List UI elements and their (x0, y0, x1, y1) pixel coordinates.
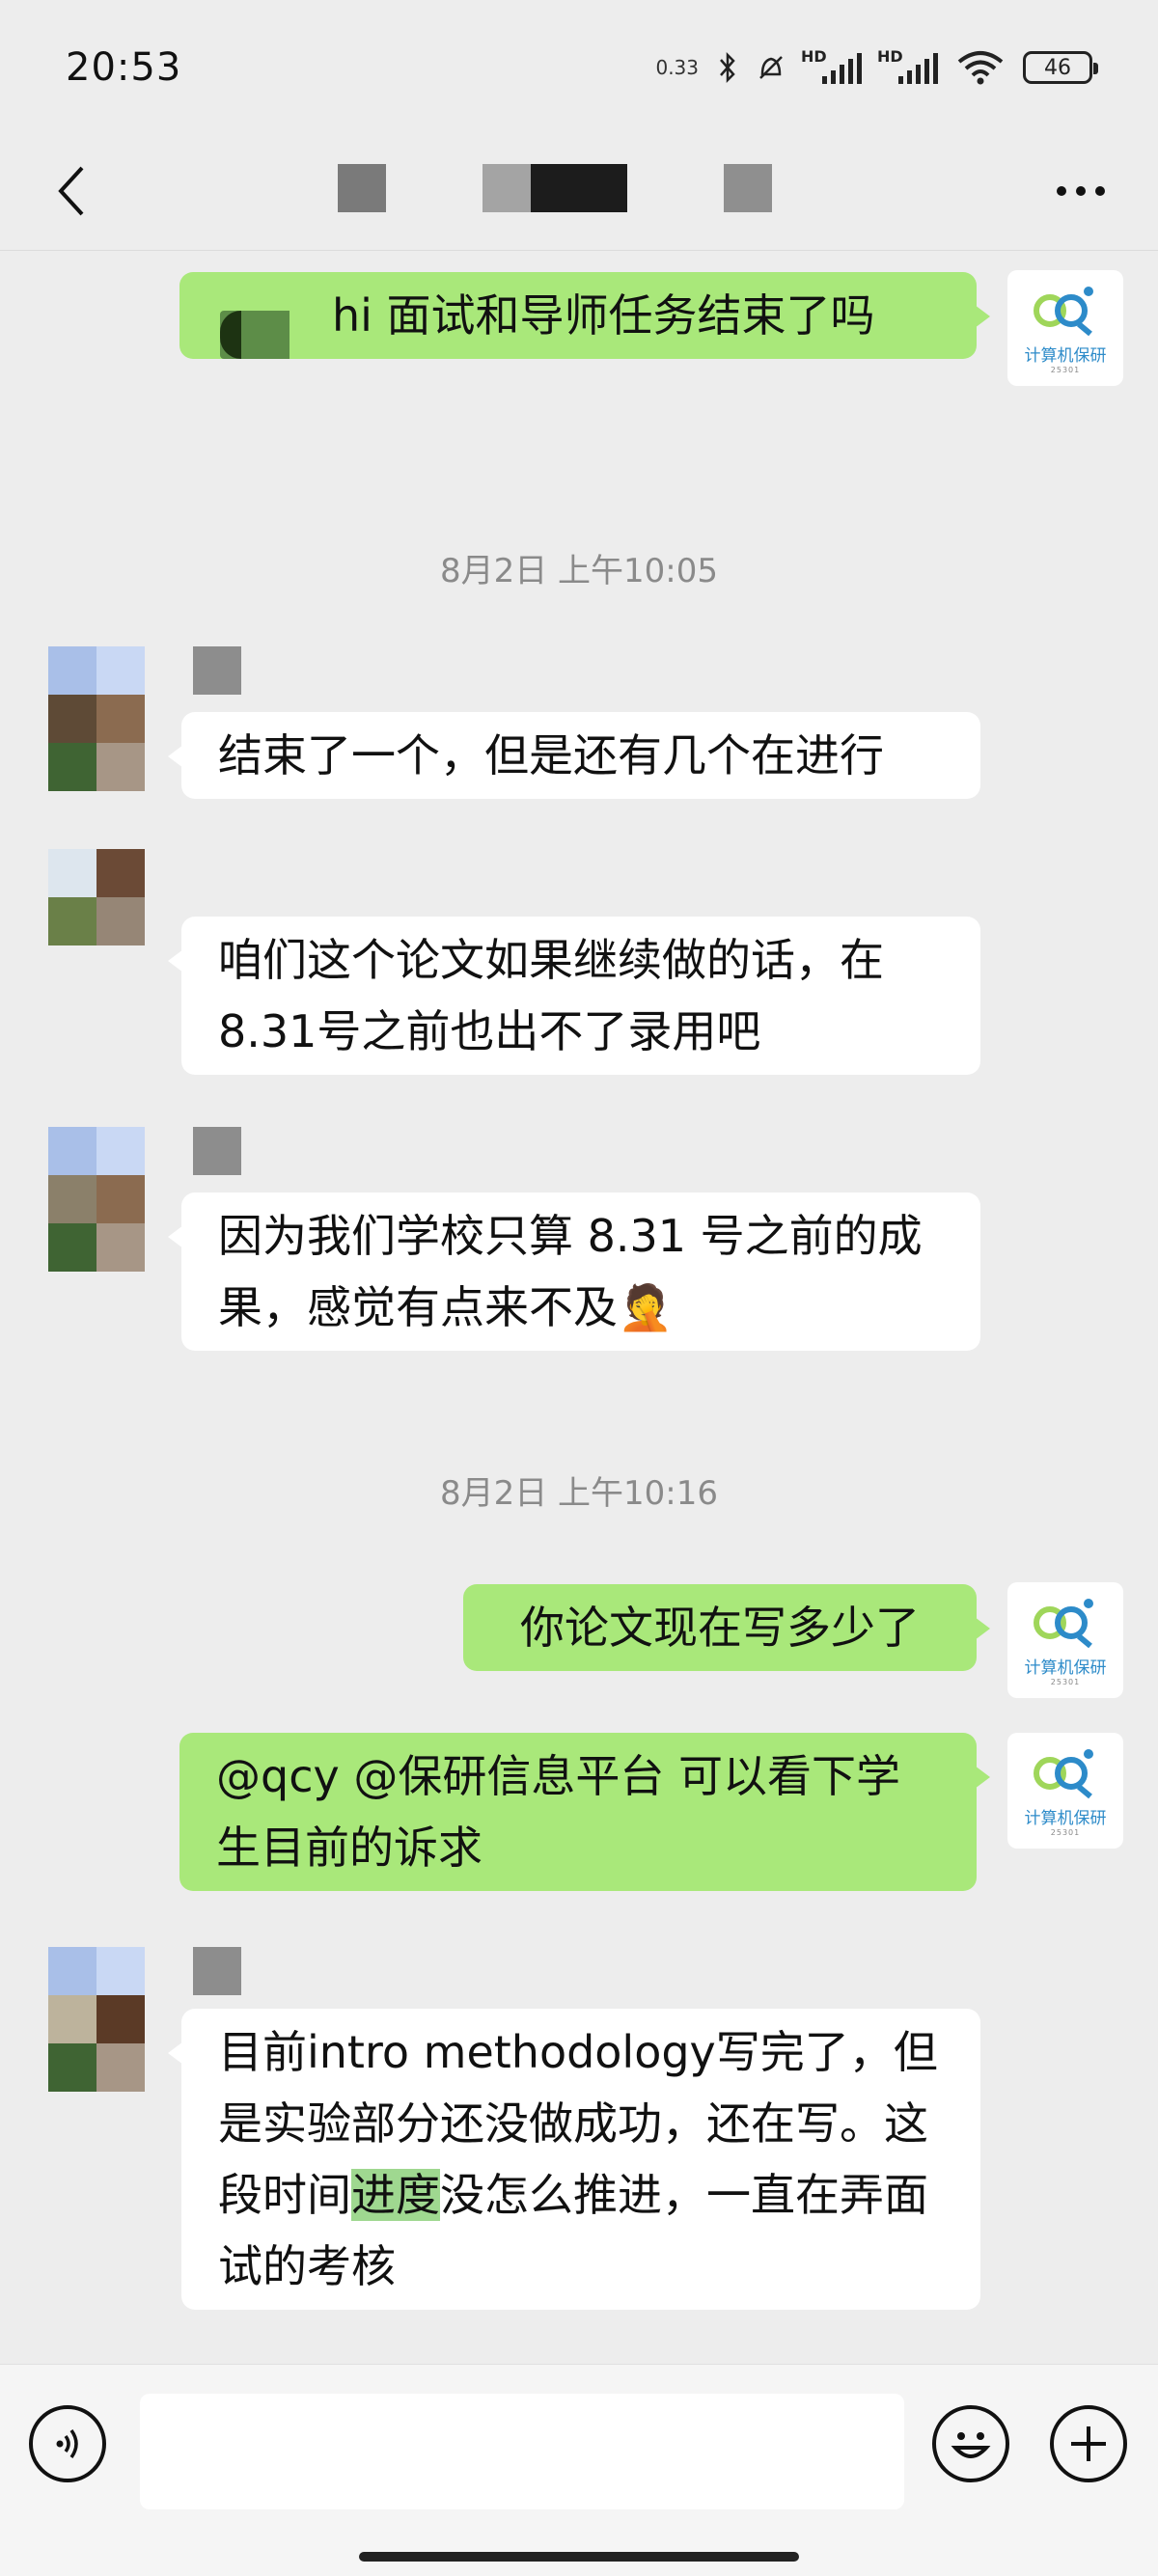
voice-button[interactable] (29, 2405, 106, 2482)
voice-icon (56, 2428, 78, 2459)
message-text: 结束了一个，但是还有几个在进行 (218, 729, 884, 781)
sender-name-redacted (193, 1127, 241, 1175)
self-avatar[interactable]: 计算机保研 25301 (1007, 1733, 1123, 1849)
logo-icon (1034, 1749, 1093, 1799)
logo-sub: 25301 (1050, 1678, 1081, 1686)
timestamp: 8月2日 上午10:16 (439, 1474, 719, 1513)
contact-avatar[interactable] (48, 646, 145, 791)
bluetooth-icon (720, 51, 735, 84)
emoji-button[interactable] (932, 2405, 1009, 2482)
sender-name-redacted (193, 1947, 241, 1995)
home-indicator[interactable] (359, 2552, 799, 2562)
chevron-left-icon (58, 166, 84, 216)
battery-level: 46 (1044, 55, 1071, 80)
battery-icon: 46 (1023, 51, 1098, 84)
logo-text: 计算机保研 (1024, 1809, 1107, 1828)
message-input[interactable] (140, 2394, 904, 2509)
back-button[interactable] (42, 162, 100, 220)
contact-avatar[interactable] (48, 1947, 145, 2092)
logo-sub: 25301 (1050, 366, 1081, 374)
chat-header (0, 135, 1158, 251)
status-icons: 0.33 HD HD 46 (655, 47, 1098, 85)
message-bubble-outgoing[interactable]: hi 面试和导师任务结束了吗 (179, 272, 990, 359)
logo-sub: 25301 (1050, 1828, 1081, 1837)
message-text: @qcy @保研信息平台 可以看下学生目前的诉求 (216, 1750, 900, 1874)
timestamp: 8月2日 上午10:05 (439, 552, 719, 590)
plus-icon (1071, 2426, 1106, 2461)
signal-1-label: HD (801, 47, 827, 66)
wifi-icon (957, 51, 1004, 85)
more-button[interactable] (1042, 162, 1119, 220)
message-bubble-incoming[interactable]: 咱们这个论文如果继续做的话，在8.31号之前也出不了录用吧 (168, 917, 980, 1075)
input-bar (0, 2364, 1158, 2576)
more-dots-icon (1057, 186, 1066, 196)
chat-title-redacted (724, 164, 772, 212)
chat-title-redacted (482, 164, 531, 212)
message-text: 因为我们学校只算 8.31 号之前的成果，感觉有点来不及🤦 (218, 1210, 923, 1333)
chat-area[interactable]: hi 面试和导师任务结束了吗 计算机保研 25301 8月2日 上午10:05 … (0, 253, 1158, 2364)
message-bubble-incoming[interactable]: 目前intro methodology写完了，但是实验部分还没做成功，还在写。这… (168, 2009, 980, 2310)
message-bubble-incoming[interactable]: 因为我们学校只算 8.31 号之前的成果，感觉有点来不及🤦 (168, 1192, 980, 1351)
redacted-mention (220, 311, 290, 359)
message-bubble-outgoing[interactable]: 你论文现在写多少了 (463, 1584, 990, 1671)
status-bar: 20:53 0.33 HD HD 46 (0, 0, 1158, 135)
message-text: 你论文现在写多少了 (520, 1602, 920, 1654)
message-bubble-incoming[interactable]: 结束了一个，但是还有几个在进行 (168, 712, 980, 799)
message-bubble-outgoing[interactable]: @qcy @保研信息平台 可以看下学生目前的诉求 (179, 1733, 990, 1891)
logo-icon (1034, 287, 1093, 337)
message-text: 咱们这个论文如果继续做的话，在8.31号之前也出不了录用吧 (218, 934, 884, 1057)
signal-2-icon: HD (877, 47, 938, 84)
status-time: 20:53 (66, 45, 182, 90)
contact-avatar[interactable] (48, 1127, 145, 1272)
self-avatar[interactable]: 计算机保研 25301 (1007, 1582, 1123, 1698)
plus-button[interactable] (1050, 2405, 1127, 2482)
emoji-icon (951, 2432, 991, 2458)
highlighted-text[interactable]: 进度 (351, 2169, 440, 2221)
logo-icon (1034, 1599, 1093, 1649)
logo-text: 计算机保研 (1024, 1658, 1107, 1678)
chat-title-redacted (338, 164, 386, 212)
signal-2-label: HD (877, 47, 903, 66)
message-text: hi 面试和导师任务结束了吗 (332, 289, 875, 342)
signal-1-icon: HD (801, 47, 862, 84)
net-speed: 0.33 (655, 56, 699, 79)
mute-icon (759, 56, 783, 79)
self-avatar[interactable]: 计算机保研 25301 (1007, 270, 1123, 386)
sender-name-redacted (193, 646, 241, 695)
contact-avatar[interactable] (48, 849, 145, 945)
chat-title-redacted (531, 164, 627, 212)
logo-text: 计算机保研 (1024, 346, 1107, 366)
